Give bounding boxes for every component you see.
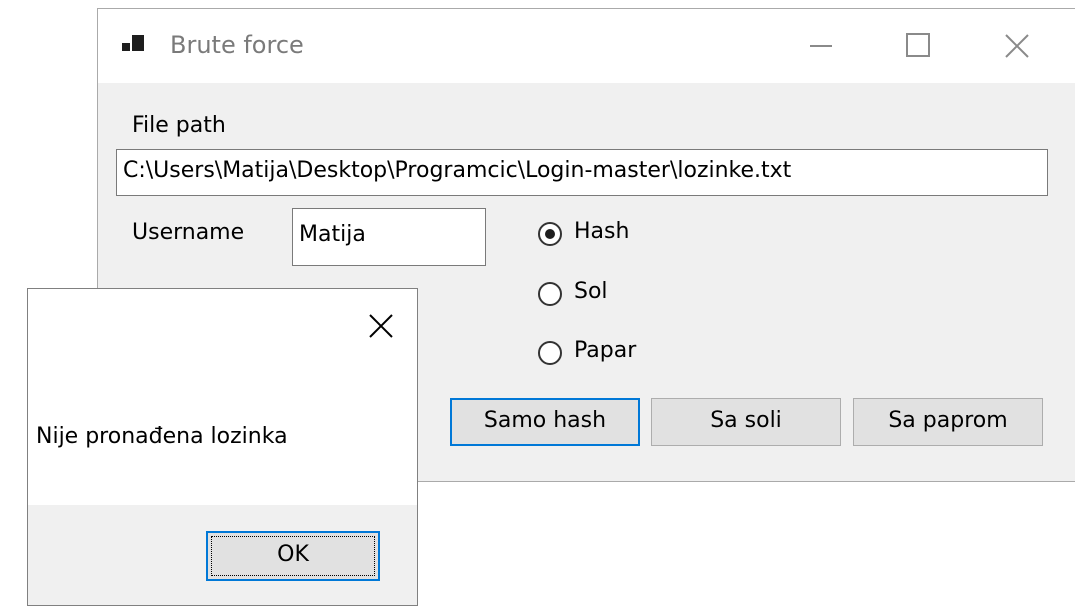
samo-hash-button[interactable]: Samo hash	[450, 398, 640, 446]
ok-button[interactable]: OK	[206, 531, 380, 581]
close-icon	[369, 314, 393, 338]
window-title: Brute force	[170, 31, 304, 59]
title-bar[interactable]: Brute force	[98, 9, 1075, 83]
file-path-input[interactable]: C:\Users\Matija\Desktop\Programcic\Login…	[116, 149, 1048, 196]
radio-hash-label: Hash	[574, 219, 630, 244]
message-text: Nije pronađena lozinka	[36, 424, 288, 449]
close-icon	[1005, 34, 1029, 58]
app-icon	[122, 35, 144, 55]
minimize-button[interactable]	[798, 23, 844, 67]
message-box-footer: OK	[28, 505, 417, 605]
radio-sol-label: Sol	[574, 279, 608, 304]
sa-soli-button[interactable]: Sa soli	[651, 398, 841, 446]
username-input[interactable]: Matija	[292, 208, 486, 266]
radio-sol-indicator[interactable]	[538, 282, 562, 306]
radio-papar-label: Papar	[574, 338, 637, 363]
radio-papar-indicator[interactable]	[538, 341, 562, 365]
ok-button-label: OK	[277, 542, 309, 567]
message-box: Nije pronađena lozinka OK	[27, 288, 418, 606]
username-label: Username	[132, 220, 245, 245]
maximize-button[interactable]	[896, 23, 942, 67]
sa-paprom-button[interactable]: Sa paprom	[853, 398, 1043, 446]
close-button[interactable]	[994, 23, 1040, 67]
radio-hash-indicator[interactable]	[538, 222, 562, 246]
file-path-label: File path	[132, 113, 226, 138]
message-box-close-button[interactable]	[366, 311, 396, 341]
